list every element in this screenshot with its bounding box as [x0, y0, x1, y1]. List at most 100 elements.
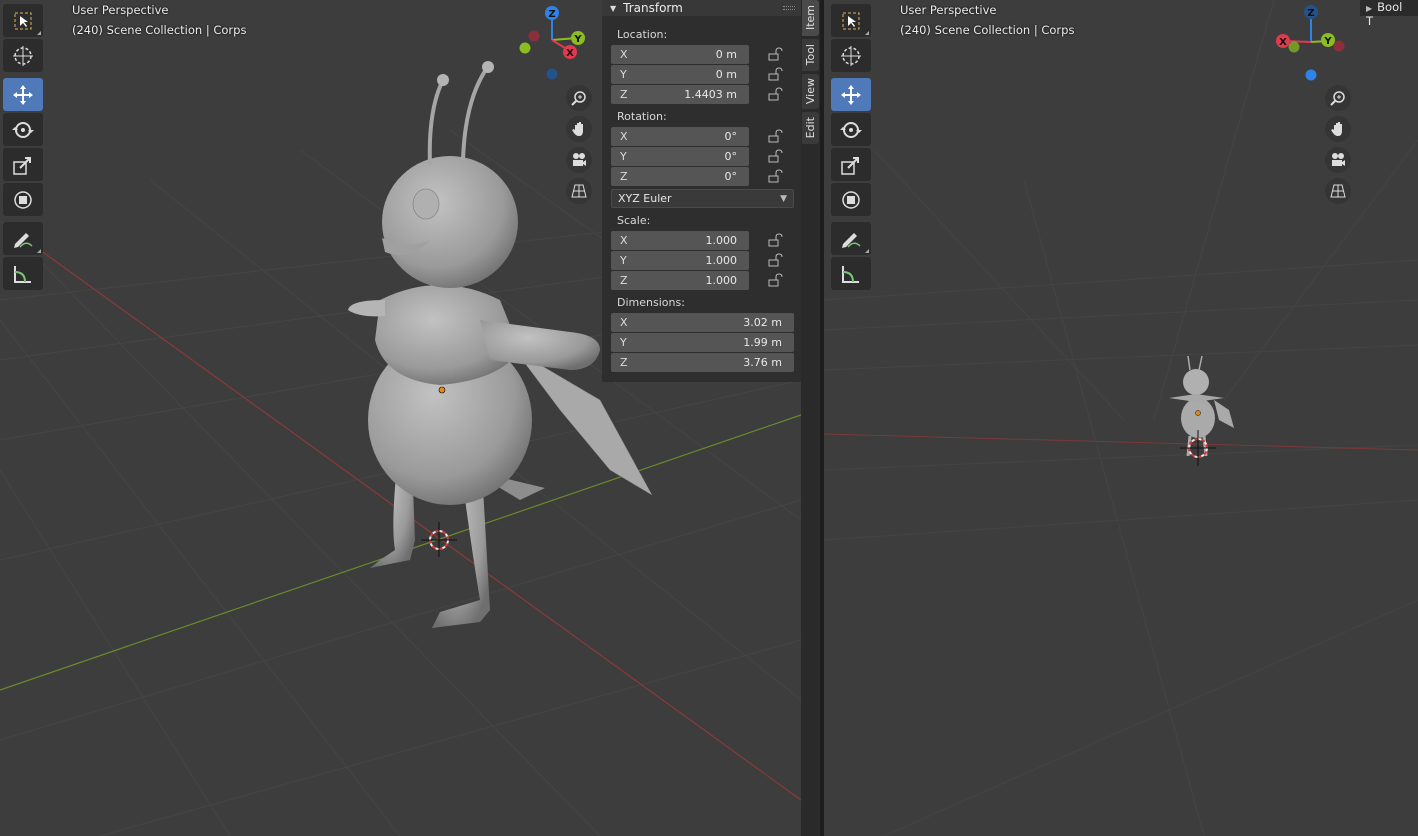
transform-panel-header[interactable]: ▼ Transform: [602, 0, 801, 16]
rotation-x-field[interactable]: X 0°: [611, 126, 749, 146]
viewport-perspective-label: User Perspective: [72, 3, 169, 17]
rotation-label: Rotation:: [617, 110, 667, 123]
rotation-y-value: 0°: [724, 149, 738, 163]
chevron-down-icon: ▼: [780, 193, 787, 204]
axis-y-label: Y: [620, 67, 627, 81]
tab-item[interactable]: Item: [802, 0, 819, 36]
dimensions-z-field[interactable]: Z 3.76 m: [611, 352, 794, 372]
location-y-value: 0 m: [715, 67, 737, 81]
axis-z-label: Z: [620, 355, 628, 369]
annotate-icon[interactable]: [831, 222, 871, 255]
unlock-icon[interactable]: [767, 253, 783, 267]
select-box-icon[interactable]: [831, 4, 871, 37]
axis-z-label: Z: [620, 87, 628, 101]
tab-view[interactable]: View: [802, 74, 819, 109]
scale-label: Scale:: [617, 214, 651, 227]
zoom-icon[interactable]: [566, 85, 592, 111]
tab-edit[interactable]: Edit: [802, 112, 819, 144]
tab-tool[interactable]: Tool: [802, 39, 819, 71]
gizmo-z-label: Z: [548, 9, 555, 20]
scale-y-field[interactable]: Y 1.000: [611, 250, 749, 270]
move-icon[interactable]: [3, 78, 43, 111]
scale-icon[interactable]: [831, 148, 871, 181]
unlock-icon[interactable]: [767, 47, 783, 61]
hand-pan-icon[interactable]: [1325, 116, 1351, 142]
properties-sidebar: ▼ Transform Location: X 0 m Y 0 m Z 1.4403 …: [602, 0, 801, 382]
rotation-y-field[interactable]: Y 0°: [611, 146, 749, 166]
axis-y-label: Y: [620, 253, 627, 267]
axis-y-label: Y: [620, 149, 627, 163]
dimensions-y-field[interactable]: Y 1.99 m: [611, 332, 794, 352]
transform-icon[interactable]: [3, 183, 43, 216]
zoom-icon[interactable]: [1325, 85, 1351, 111]
location-y-field[interactable]: Y 0 m: [611, 64, 749, 84]
3d-cursor-icon[interactable]: [1180, 430, 1216, 466]
unlock-icon[interactable]: [767, 233, 783, 247]
axis-x-label: X: [620, 233, 628, 247]
3d-cursor-icon[interactable]: [421, 522, 457, 557]
measure-icon[interactable]: [3, 257, 43, 290]
scale-icon[interactable]: [3, 148, 43, 181]
hand-pan-icon[interactable]: [566, 116, 592, 142]
unlock-icon[interactable]: [767, 169, 783, 183]
drag-grip-icon[interactable]: [783, 6, 795, 10]
cursor-icon[interactable]: [3, 39, 43, 72]
scale-y-value: 1.000: [705, 253, 738, 267]
location-z-value: 1.4403 m: [684, 87, 737, 101]
dimensions-label: Dimensions:: [617, 296, 685, 309]
perspective-grid-icon[interactable]: [566, 178, 592, 204]
perspective-grid-icon[interactable]: [1325, 178, 1351, 204]
axis-y-label: Y: [620, 335, 627, 349]
gizmo-x-label: X: [566, 48, 574, 59]
gizmo-y-label: Y: [1323, 36, 1332, 47]
viewport-collection-label: (240) Scene Collection | Corps: [900, 23, 1075, 37]
unlock-icon[interactable]: [767, 87, 783, 101]
axis-z-label: Z: [620, 169, 628, 183]
select-box-icon[interactable]: [3, 4, 43, 37]
transform-title: Transform: [623, 1, 683, 15]
rotate-icon[interactable]: [831, 113, 871, 146]
gizmo-x-label: X: [1279, 37, 1287, 48]
rotation-z-field[interactable]: Z 0°: [611, 166, 749, 186]
camera-icon[interactable]: [566, 147, 592, 173]
right-3d-viewport[interactable]: User Perspective (240) Scene Collection …: [824, 0, 1418, 836]
right-toolbar: [831, 4, 871, 292]
axis-z-label: Z: [620, 273, 628, 287]
axis-gizmo[interactable]: Z Y X: [515, 0, 595, 85]
axis-x-label: X: [620, 129, 628, 143]
scale-x-value: 1.000: [705, 233, 738, 247]
tab-edit-label: Edit: [804, 117, 817, 139]
unlock-icon[interactable]: [767, 149, 783, 163]
location-x-field[interactable]: X 0 m: [611, 44, 749, 64]
cursor-icon[interactable]: [831, 39, 871, 72]
transform-icon[interactable]: [831, 183, 871, 216]
axis-gizmo[interactable]: Z Y X: [1274, 0, 1354, 85]
axis-x-label: X: [620, 47, 628, 61]
rotation-mode-value: XYZ Euler: [618, 192, 672, 205]
object-origin: [1195, 410, 1201, 416]
rotation-x-value: 0°: [724, 129, 738, 143]
dimensions-x-value: 3.02 m: [743, 315, 782, 329]
collapse-arrow-icon: ▼: [610, 3, 617, 13]
scale-z-field[interactable]: Z 1.000: [611, 270, 749, 290]
rotate-icon[interactable]: [3, 113, 43, 146]
scale-x-field[interactable]: X 1.000: [611, 230, 749, 250]
annotate-icon[interactable]: [3, 222, 43, 255]
location-x-value: 0 m: [715, 47, 737, 61]
unlock-icon[interactable]: [767, 67, 783, 81]
move-icon[interactable]: [831, 78, 871, 111]
dimensions-x-field[interactable]: X 3.02 m: [611, 312, 794, 332]
rotation-mode-dropdown[interactable]: XYZ Euler ▼: [611, 189, 794, 208]
location-z-field[interactable]: Z 1.4403 m: [611, 84, 749, 104]
tab-tool-label: Tool: [804, 44, 817, 66]
object-origin: [438, 386, 446, 394]
measure-icon[interactable]: [831, 257, 871, 290]
unlock-icon[interactable]: [767, 129, 783, 143]
collapse-arrow-icon: ▶: [1366, 4, 1373, 13]
bool-tool-tab[interactable]: ▶ Bool T: [1360, 0, 1418, 28]
gizmo-y-label: Y: [573, 34, 582, 45]
camera-icon[interactable]: [1325, 147, 1351, 173]
gizmo-z-label: Z: [1307, 8, 1314, 19]
location-label: Location:: [617, 28, 668, 41]
unlock-icon[interactable]: [767, 273, 783, 287]
